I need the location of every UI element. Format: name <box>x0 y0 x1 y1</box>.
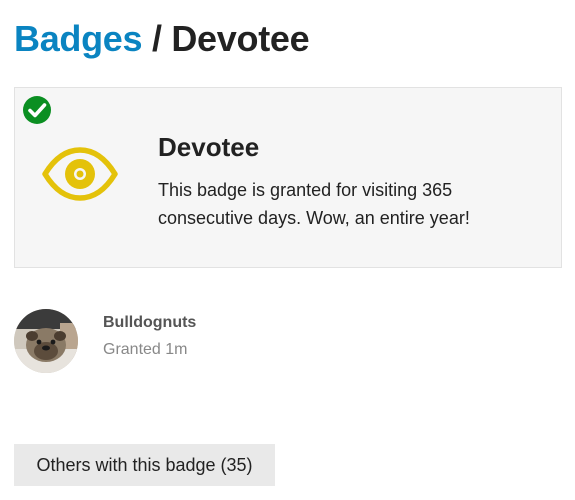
others-with-badge-button[interactable]: Others with this badge (35) <box>14 444 275 486</box>
grantee-row: Bulldognuts Granted 1m <box>14 309 494 379</box>
breadcrumb-badges-link[interactable]: Badges <box>14 18 143 59</box>
check-circle-icon <box>23 96 51 124</box>
badge-page: Badges / Devotee Devotee This badge is g… <box>0 0 575 500</box>
grantee-username[interactable]: Bulldognuts <box>103 314 196 332</box>
breadcrumb-current: Devotee <box>171 18 310 59</box>
granted-time: Granted 1m <box>103 341 188 358</box>
avatar[interactable] <box>14 309 78 373</box>
eye-icon <box>42 147 118 201</box>
page-title: Badges / Devotee <box>14 18 310 60</box>
badge-card: Devotee This badge is granted for visiti… <box>14 87 562 268</box>
badge-name: Devotee <box>158 132 260 162</box>
breadcrumb-separator: / <box>142 18 172 59</box>
badge-description: This badge is granted for visiting 365 c… <box>158 180 470 228</box>
bulldog-avatar-image <box>14 309 78 373</box>
